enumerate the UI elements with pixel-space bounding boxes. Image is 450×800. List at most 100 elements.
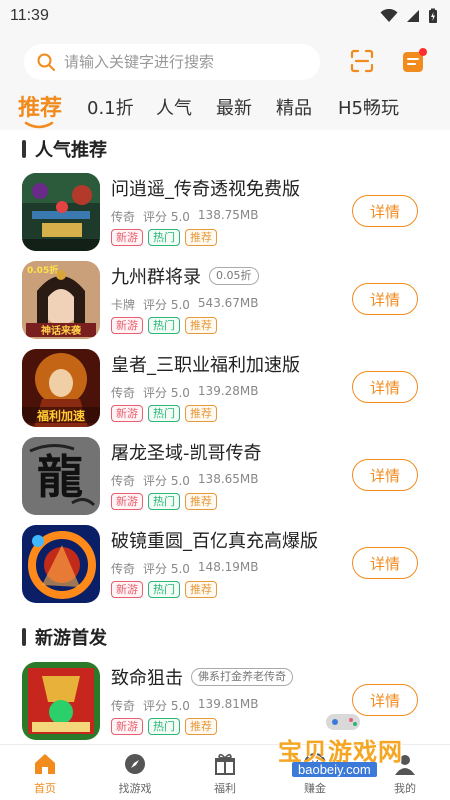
section-marker — [22, 140, 26, 158]
tag-row: 新游 热门 推荐 — [111, 405, 217, 422]
tab-quality[interactable]: 精品 — [276, 94, 312, 120]
tag-row: 新游 热门 推荐 — [111, 229, 217, 246]
game-list-item[interactable]: 神话来袭 0.05折 九州群将录 0.05折 卡牌 评分 5.0 543.67M… — [0, 261, 450, 347]
tag-hot: 热门 — [148, 405, 180, 422]
gift-icon — [215, 753, 235, 775]
search-box[interactable] — [24, 44, 320, 80]
nav-label: 赚金 — [304, 782, 326, 795]
tab-popular[interactable]: 人气 — [156, 94, 192, 120]
section-label: 人气推荐 — [35, 140, 107, 161]
game-rating: 评分 5.0 — [143, 210, 190, 224]
icon-discount-label: 0.05折 — [27, 264, 58, 276]
message-button[interactable] — [400, 46, 428, 76]
compass-icon — [125, 754, 145, 774]
game-list-item[interactable]: 龍 屠龙圣域-凯哥传奇 传奇 评分 5.0 138.65MB 新游 热门 推荐 … — [0, 437, 450, 523]
game-size: 543.67MB — [197, 296, 259, 310]
tab-h5[interactable]: H5畅玩 — [338, 94, 399, 120]
nav-mine[interactable]: 我的 — [360, 745, 450, 800]
game-list-item[interactable]: 破镜重圆_百亿真充高爆版 传奇 评分 5.0 148.19MB 新游 热门 推荐… — [0, 525, 450, 611]
game-category: 传奇 — [111, 562, 136, 576]
game-art-pojing-icon[interactable] — [22, 525, 100, 603]
nav-welfare[interactable]: 福利 — [180, 745, 270, 800]
game-name: 问逍遥_传奇透视免费版 — [111, 179, 300, 200]
tag-new: 新游 — [111, 493, 143, 510]
game-meta: 传奇 评分 5.0 148.19MB — [111, 560, 259, 577]
top-bar — [0, 32, 450, 90]
tag-recommend: 推荐 — [185, 229, 217, 246]
game-list-item[interactable]: 致命狙击 佛系打金养老传奇 传奇 评分 5.0 139.81MB 新游 热门 推… — [0, 662, 450, 744]
game-name-row: 致命狙击 佛系打金养老传奇 — [111, 664, 293, 690]
details-button[interactable]: 详情 — [352, 195, 418, 227]
game-art-tulong-icon[interactable]: 龍 — [22, 437, 100, 515]
tag-row: 新游 热门 推荐 — [111, 317, 217, 334]
game-name-row: 破镜重圆_百亿真充高爆版 — [111, 527, 318, 553]
game-art-jiuzhou-icon[interactable]: 神话来袭 0.05折 — [22, 261, 100, 339]
game-name: 屠龙圣域-凯哥传奇 — [111, 443, 262, 464]
system-icons — [380, 8, 438, 24]
bottom-nav: 首页 找游戏 福利 ¥ 赚金 我的 — [0, 744, 450, 800]
game-size: 138.65MB — [197, 472, 259, 486]
nav-label: 福利 — [214, 782, 236, 795]
game-art-huangzhe-icon[interactable]: 福利加速 — [22, 349, 100, 427]
details-button[interactable]: 详情 — [352, 547, 418, 579]
tag-row: 新游 热门 推荐 — [111, 718, 217, 735]
game-size: 148.19MB — [197, 560, 259, 574]
nav-home[interactable]: 首页 — [0, 745, 90, 800]
home-icon — [35, 754, 55, 774]
tag-recommend: 推荐 — [185, 718, 217, 735]
nav-label: 找游戏 — [118, 782, 152, 795]
svg-text:¥: ¥ — [311, 758, 319, 772]
game-rating: 评分 5.0 — [143, 699, 190, 713]
tag-row: 新游 热门 推荐 — [111, 493, 217, 510]
game-name-row: 九州群将录 0.05折 — [111, 263, 259, 289]
game-size: 139.81MB — [197, 697, 259, 711]
game-meta: 卡牌 评分 5.0 543.67MB — [111, 296, 259, 313]
game-name: 九州群将录 — [111, 267, 201, 288]
tag-hot: 热门 — [148, 493, 180, 510]
tag-hot: 热门 — [148, 581, 180, 598]
nav-label: 我的 — [394, 782, 416, 795]
game-name-row: 问逍遥_传奇透视免费版 — [111, 175, 300, 201]
game-rating: 评分 5.0 — [143, 474, 190, 488]
battery-icon — [429, 8, 437, 23]
active-tab-indicator — [24, 121, 54, 129]
game-name-row: 屠龙圣域-凯哥传奇 — [111, 439, 262, 465]
search-input[interactable] — [64, 53, 294, 71]
search-icon — [37, 53, 55, 71]
game-list-item[interactable]: 问逍遥_传奇透视免费版 传奇 评分 5.0 138.75MB 新游 热门 推荐 … — [0, 173, 450, 259]
tag-hot: 热门 — [148, 718, 180, 735]
section-label: 新游首发 — [35, 628, 107, 649]
tag-new: 新游 — [111, 317, 143, 334]
game-size: 138.75MB — [197, 208, 259, 222]
nav-find-games[interactable]: 找游戏 — [90, 745, 180, 800]
tag-new: 新游 — [111, 405, 143, 422]
main-content[interactable]: 人气推荐 问逍遥_传奇透视免费版 传奇 评分 5.0 138.75MB 新游 热… — [0, 130, 450, 744]
svg-text:神话来袭: 神话来袭 — [41, 324, 82, 337]
game-rating: 评分 5.0 — [143, 386, 190, 400]
nav-earn[interactable]: ¥ 赚金 — [270, 745, 360, 800]
svg-text:龍: 龍 — [37, 450, 83, 504]
tag-recommend: 推荐 — [185, 317, 217, 334]
tab-recommend[interactable]: 推荐 — [18, 90, 62, 122]
scan-icon[interactable] — [348, 47, 376, 75]
details-button[interactable]: 详情 — [352, 371, 418, 403]
tab-latest[interactable]: 最新 — [216, 94, 252, 120]
game-category: 卡牌 — [111, 298, 136, 312]
game-art-zhiming-icon[interactable] — [22, 662, 100, 740]
section-marker — [22, 628, 26, 646]
game-name: 致命狙击 — [111, 668, 183, 689]
game-art-xiaoyao-icon[interactable] — [22, 173, 100, 251]
tag-new: 新游 — [111, 229, 143, 246]
game-rating: 评分 5.0 — [143, 562, 190, 576]
game-category: 传奇 — [111, 386, 136, 400]
game-name: 皇者_三职业福利加速版 — [111, 355, 300, 376]
details-button[interactable]: 详情 — [352, 283, 418, 315]
game-category: 传奇 — [111, 699, 136, 713]
game-description-badge: 佛系打金养老传奇 — [191, 668, 293, 686]
details-button[interactable]: 详情 — [352, 684, 418, 716]
signal-icon — [407, 10, 419, 22]
game-list-item[interactable]: 福利加速 皇者_三职业福利加速版 传奇 评分 5.0 139.28MB 新游 热… — [0, 349, 450, 435]
tag-hot: 热门 — [148, 317, 180, 334]
details-button[interactable]: 详情 — [352, 459, 418, 491]
tab-discount[interactable]: 0.1折 — [87, 94, 134, 120]
